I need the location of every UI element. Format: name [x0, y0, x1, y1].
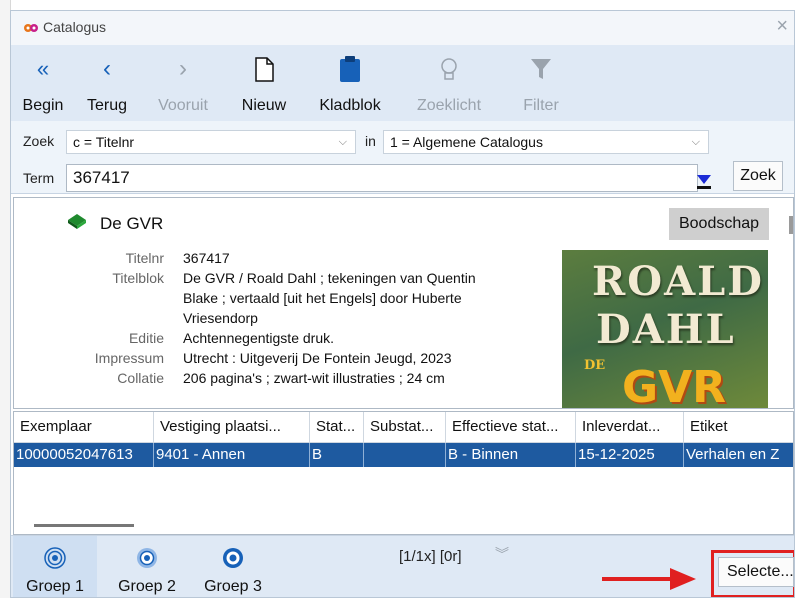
- impressum-value: Utrecht : Uitgeverij De Fontein Jeugd, 2…: [183, 350, 452, 366]
- footer-bar: Groep 1 Groep 2 Groep 3 [1/1x] [0r] ︾ Se…: [11, 535, 794, 597]
- book-cover-image: ROALD DAHL DE GVR: [562, 250, 768, 409]
- copies-table: Exemplaar Vestiging plaatsi... Stat... S…: [13, 411, 794, 535]
- table-row[interactable]: 10000052047613 9401 - Annen B B - Binnen…: [14, 443, 793, 467]
- catalogus-window: Catalogus × « Begin ‹ Terug › Vooruit Ni…: [10, 10, 795, 598]
- zoek-field-value: c = Titelnr: [73, 134, 135, 150]
- table-cell: 10000052047613: [14, 443, 154, 467]
- column-header[interactable]: Etiket: [684, 412, 793, 442]
- terug-button[interactable]: ‹ Terug: [75, 45, 139, 121]
- collatie-label: Collatie: [117, 370, 164, 386]
- chevron-right-icon: ›: [179, 55, 187, 82]
- column-header[interactable]: Effectieve stat...: [446, 412, 576, 442]
- target-icon: [44, 547, 66, 569]
- column-header[interactable]: Exemplaar: [14, 412, 154, 442]
- lightbulb-icon: [441, 58, 457, 80]
- table-header: Exemplaar Vestiging plaatsi... Stat... S…: [14, 412, 793, 443]
- table-cell: 15-12-2025: [576, 443, 684, 467]
- paging-status: [1/1x] [0r]: [399, 548, 462, 565]
- column-header[interactable]: Substat...: [364, 412, 446, 442]
- annotation-arrow-shaft: [602, 577, 672, 581]
- horizontal-scrollbar[interactable]: [34, 524, 134, 527]
- table-cell: Verhalen en Z: [686, 446, 780, 463]
- close-icon[interactable]: ×: [776, 15, 788, 38]
- group-1-label: Groep 1: [26, 578, 84, 595]
- zoek-label: Zoek: [23, 133, 55, 149]
- editie-value: Achtennegentigste druk.: [183, 330, 334, 346]
- zoeklicht-button[interactable]: Zoeklicht: [403, 45, 495, 121]
- kladblok-button[interactable]: Kladblok: [311, 45, 389, 121]
- filter-icon: [531, 59, 551, 79]
- group-3-label: Groep 3: [204, 578, 262, 595]
- table-cell: B - Binnen: [446, 443, 576, 467]
- in-label: in: [365, 133, 376, 149]
- toolbar: « Begin ‹ Terug › Vooruit Nieuw Kladblok: [11, 45, 794, 122]
- cover-title: GVR: [622, 362, 727, 409]
- editie-label: Editie: [128, 330, 164, 346]
- nieuw-label: Nieuw: [241, 97, 287, 114]
- vooruit-label: Vooruit: [158, 97, 208, 114]
- title-bar: Catalogus ×: [11, 11, 794, 46]
- table-cell: 9401 - Annen: [154, 443, 310, 467]
- titelblok-value-1: De GVR / Roald Dahl ; tekeningen van Que…: [183, 270, 476, 286]
- annotation-highlight-box: Selecte...: [711, 550, 794, 597]
- group-2-button[interactable]: Groep 2: [105, 536, 189, 597]
- catalog-value: 1 = Algemene Catalogus: [390, 134, 543, 150]
- titelblok-label: Titelblok: [112, 270, 164, 286]
- impressum-label: Impressum: [94, 350, 164, 366]
- term-label: Term: [23, 170, 55, 186]
- filter-button[interactable]: Filter: [511, 45, 571, 121]
- collatie-value: 206 pagina's ; zwart-wit illustraties ; …: [183, 370, 445, 386]
- chevron-left-icon: ‹: [103, 55, 111, 82]
- target-icon: [223, 548, 243, 568]
- table-cell: B: [310, 443, 364, 467]
- target-icon: [137, 548, 157, 568]
- column-header[interactable]: Vestiging plaatsi...: [154, 412, 310, 442]
- group-3-button[interactable]: Groep 3: [191, 536, 275, 597]
- window-title: Catalogus: [43, 19, 107, 35]
- double-chevron-left-icon: «: [36, 56, 50, 81]
- zoek-button[interactable]: Zoek: [733, 161, 783, 191]
- titelnr-value: 367417: [183, 250, 230, 266]
- new-document-icon: [255, 57, 274, 82]
- table-cell: [364, 443, 446, 467]
- cover-author-first: ROALD: [592, 258, 764, 305]
- vooruit-button[interactable]: › Vooruit: [145, 45, 221, 121]
- chevron-down-icon: ⌵: [691, 136, 700, 148]
- book-icon: [68, 214, 86, 229]
- kladblok-label: Kladblok: [319, 97, 381, 114]
- begin-button[interactable]: « Begin: [15, 45, 71, 121]
- clipboard-icon: [340, 56, 360, 82]
- zoek-field-select[interactable]: c = Titelnr ⌵: [66, 130, 356, 154]
- terug-label: Terug: [86, 97, 128, 114]
- book-title: De GVR: [100, 214, 164, 233]
- double-chevron-down-icon[interactable]: ︾: [495, 544, 509, 564]
- history-dropdown-bar: [697, 186, 711, 189]
- cover-author-last: DAHL: [596, 306, 736, 353]
- column-header[interactable]: Inleverdat...: [576, 412, 684, 442]
- boodschap-button[interactable]: Boodschap: [669, 208, 769, 240]
- app-logo-icon: [24, 24, 38, 32]
- history-dropdown-icon[interactable]: [697, 175, 711, 184]
- cover-article: DE: [584, 358, 606, 373]
- begin-label: Begin: [22, 97, 64, 114]
- titelblok-value-3: Vriesendorp: [183, 310, 258, 326]
- nieuw-button[interactable]: Nieuw: [229, 45, 299, 121]
- chevron-down-icon: ⌵: [338, 136, 347, 148]
- select-button[interactable]: Selecte...: [718, 557, 794, 587]
- group-2-label: Groep 2: [118, 578, 176, 595]
- term-input[interactable]: 367417: [66, 164, 698, 192]
- catalog-select[interactable]: 1 = Algemene Catalogus ⌵: [383, 130, 709, 154]
- group-1-button[interactable]: Groep 1: [13, 536, 97, 597]
- titelnr-label: Titelnr: [125, 250, 164, 266]
- column-header[interactable]: Stat...: [310, 412, 364, 442]
- zoeklicht-label: Zoeklicht: [416, 97, 482, 114]
- filter-label: Filter: [523, 97, 559, 114]
- search-bar: Zoek c = Titelnr ⌵ in 1 = Algemene Catal…: [11, 121, 794, 194]
- titelblok-value-2: Blake ; vertaald [uit het Engels] door H…: [183, 290, 462, 306]
- annotation-arrow-head: [670, 568, 696, 590]
- title-detail-panel: De GVR Boodschap Titelnr 367417 Titelblo…: [13, 197, 794, 409]
- vertical-scrollbar[interactable]: [789, 216, 793, 234]
